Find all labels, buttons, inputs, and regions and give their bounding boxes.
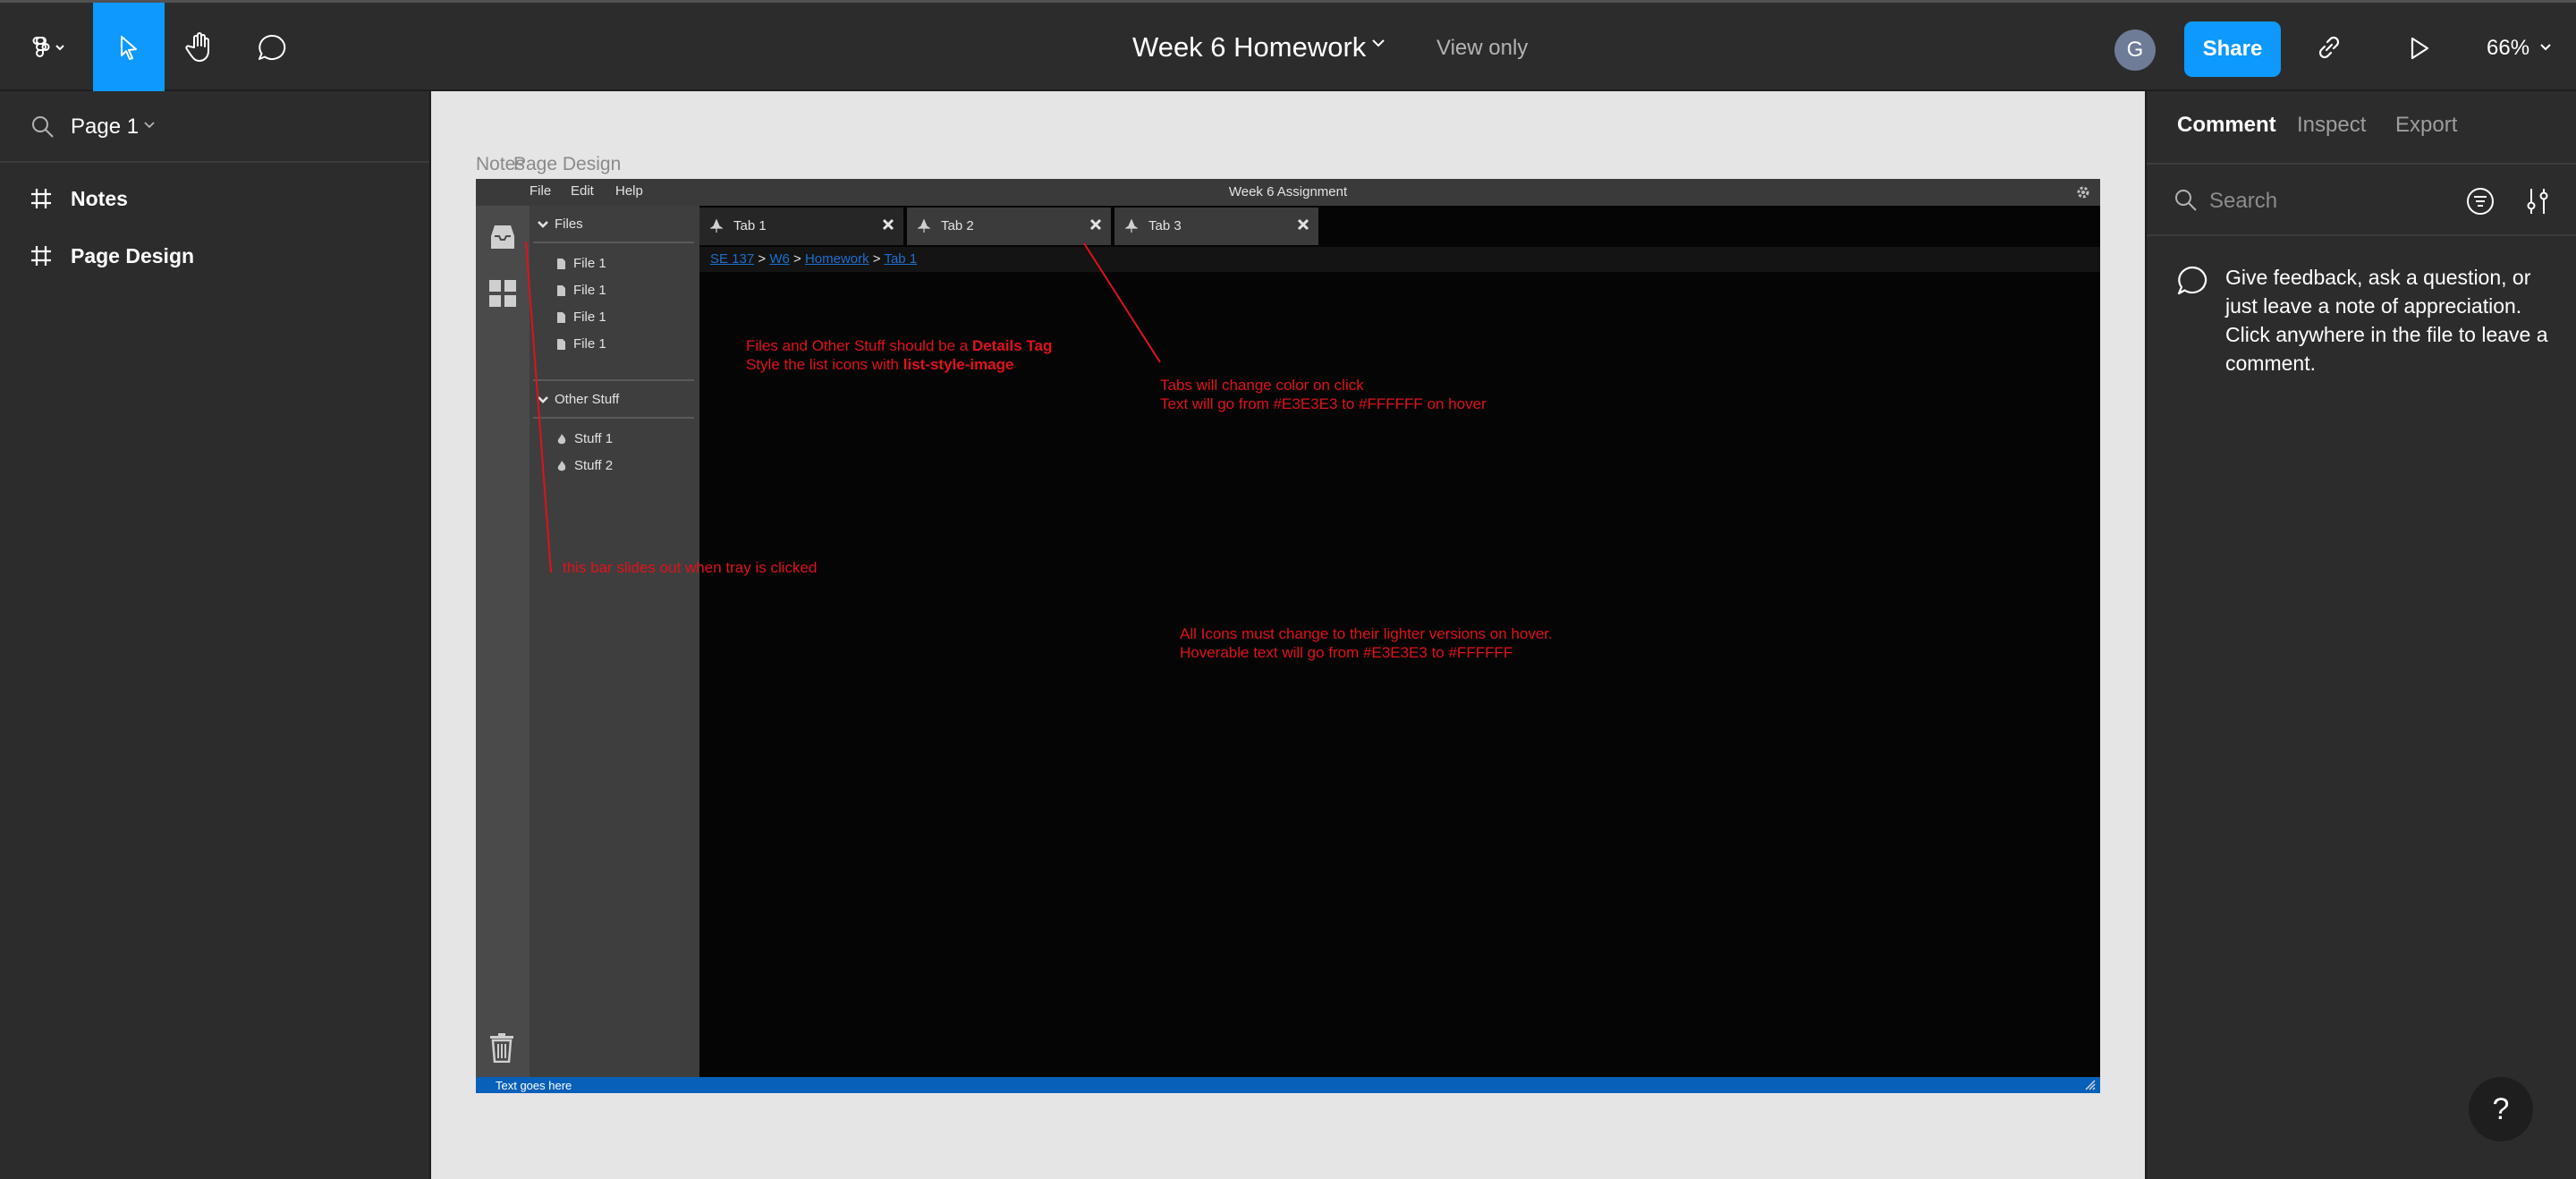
speech-bubble-icon xyxy=(258,34,286,60)
chevron-down-icon[interactable] xyxy=(143,121,156,130)
comment-search-row xyxy=(2147,163,2576,236)
annotation-details-tag: Files and Other Stuff should be a Detail… xyxy=(746,336,1052,374)
figma-logo-icon xyxy=(32,36,64,57)
note-text: Tabs will change color on click xyxy=(1160,377,1364,394)
avatar[interactable]: G xyxy=(2114,30,2156,71)
zoom-chevron-down-icon[interactable] xyxy=(2538,42,2553,53)
page-label[interactable]: Page 1 xyxy=(71,115,139,140)
resize-grip-icon xyxy=(2085,1080,2096,1090)
note-text: Files and Other Stuff should be a xyxy=(746,337,972,354)
frame-label: Page Design xyxy=(71,244,195,267)
tab-comment[interactable]: Comment xyxy=(2177,113,2276,138)
frame-hash-icon xyxy=(31,246,51,266)
page-selector[interactable]: Page 1 xyxy=(0,91,429,163)
move-tool-button[interactable] xyxy=(93,3,165,91)
share-button[interactable]: Share xyxy=(2184,21,2281,77)
design-canvas[interactable]: Notes Page Design File Edit Help Week 6 … xyxy=(431,91,2145,1179)
comment-tool-button[interactable] xyxy=(236,3,308,91)
note-text: All Icons must change to their lighter v… xyxy=(1180,625,1553,642)
hand-tool-button[interactable] xyxy=(165,3,236,91)
search-icon[interactable] xyxy=(30,115,55,140)
note-text: Style the list icons with xyxy=(746,356,903,373)
link-icon[interactable] xyxy=(2313,31,2345,64)
note-text: Text will go from #E3E3E3 to #FFFFFF on … xyxy=(1160,395,1487,412)
layers-panel: Page 1 Notes Page Design xyxy=(0,91,431,1179)
top-toolbar: Week 6 Homework View only G Share 66% xyxy=(0,0,2576,91)
present-play-icon[interactable] xyxy=(2408,35,2431,62)
cursor-arrow-icon xyxy=(121,35,137,60)
annotation-icons: All Icons must change to their lighter v… xyxy=(1180,624,1553,662)
filter-icon[interactable] xyxy=(2465,186,2496,216)
annotation-bar: this bar slides out when tray is clicked xyxy=(563,559,818,576)
help-button[interactable]: ? xyxy=(2469,1077,2533,1141)
note-bold: Details Tag xyxy=(971,337,1053,354)
mock-status-bar: Text goes here xyxy=(476,1077,2100,1093)
canvas-frame-label-page-design[interactable]: Page Design xyxy=(513,154,621,175)
comment-bubble-icon xyxy=(2177,266,2207,295)
app-mockup-frame[interactable]: File Edit Help Week 6 Assignment Files F… xyxy=(476,179,2100,1093)
search-icon xyxy=(2175,190,2197,211)
zoom-level[interactable]: 66% xyxy=(2487,36,2529,61)
frame-item-page-design[interactable]: Page Design xyxy=(0,229,429,283)
note-text: Hoverable text will go from #E3E3E3 to #… xyxy=(1180,644,1513,661)
frame-item-notes[interactable]: Notes xyxy=(0,172,429,225)
comment-search-input[interactable] xyxy=(2209,184,2424,218)
status-text: Text goes here xyxy=(496,1079,572,1092)
tab-inspect[interactable]: Inspect xyxy=(2297,113,2366,138)
view-only-label: View only xyxy=(1436,36,1529,60)
file-title[interactable]: Week 6 Homework xyxy=(1132,31,1366,64)
chevron-down-icon[interactable] xyxy=(1370,37,1386,49)
annotation-tabs: Tabs will change color on click Text wil… xyxy=(1160,376,1487,413)
hand-icon xyxy=(185,31,209,62)
sliders-icon[interactable] xyxy=(2524,186,2551,216)
properties-panel: Comment Inspect Export Give feedback, as… xyxy=(2145,91,2576,1179)
main-menu-button[interactable] xyxy=(16,3,79,91)
frame-label: Notes xyxy=(71,187,128,210)
comment-help-text: Give feedback, ask a question, or just l… xyxy=(2225,266,2548,375)
tab-export[interactable]: Export xyxy=(2395,113,2457,138)
note-bold: list-style-image xyxy=(902,356,1014,373)
frame-hash-icon xyxy=(31,189,51,208)
